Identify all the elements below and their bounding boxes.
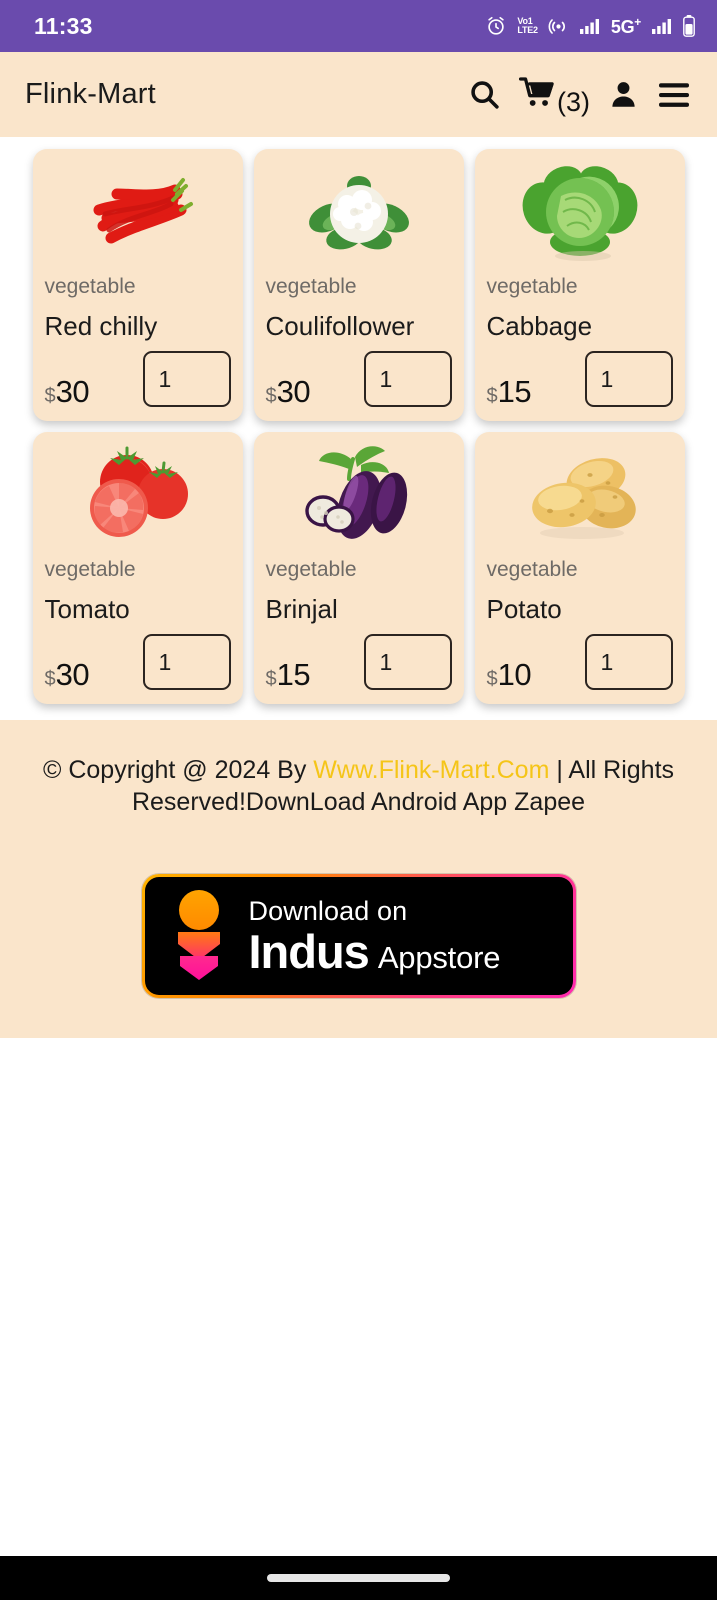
- price-amount: 30: [55, 657, 90, 692]
- indus-badge-text: Download on Indus Appstore: [248, 895, 501, 975]
- cart-button[interactable]: (3): [518, 76, 590, 117]
- copyright-prefix: © Copyright @ 2024 By: [42, 756, 314, 784]
- indus-appstore-badge[interactable]: Download on Indus Appstore: [141, 874, 576, 998]
- empty-area: [0, 1038, 717, 1556]
- search-icon[interactable]: [468, 78, 501, 111]
- product-category: vegetable: [486, 558, 578, 581]
- cauliflower-image: [266, 149, 452, 267]
- app-badge-area: Download on Indus Appstore: [22, 874, 695, 998]
- product-footer: $15 1: [266, 634, 452, 690]
- currency-symbol: $: [44, 385, 56, 407]
- product-card[interactable]: vegetable Brinjal $15 1: [253, 432, 464, 704]
- phone-screen: 11:33 Vo1 LTE2 5G+ Flink-Mart (3) vegeta…: [0, 0, 717, 1600]
- header-actions: (3): [468, 76, 691, 117]
- cart-icon: [518, 76, 559, 114]
- volte-icon: Vo1 LTE2: [517, 16, 538, 35]
- price-amount: 15: [276, 657, 311, 692]
- product-name: Potato: [486, 594, 562, 624]
- product-card[interactable]: vegetable Tomato $30 1: [32, 432, 243, 704]
- badge-store-name: Indus: [248, 924, 370, 978]
- page-title: Flink-Mart: [25, 78, 156, 110]
- app-header: Flink-Mart (3): [0, 52, 717, 137]
- home-indicator[interactable]: [267, 1574, 450, 1582]
- product-footer: $10 1: [487, 634, 673, 690]
- indus-badge-inner: Download on Indus Appstore: [144, 877, 573, 995]
- price-amount: 15: [497, 374, 532, 409]
- quantity-input[interactable]: 1: [363, 634, 452, 690]
- signal-icon: [579, 17, 601, 35]
- page-footer: © Copyright @ 2024 By Www.Flink-Mart.Com…: [0, 720, 717, 1038]
- product-price: $15: [266, 659, 311, 690]
- product-footer: $15 1: [487, 351, 673, 407]
- indus-logo-icon: [171, 886, 227, 987]
- product-grid: vegetable Red chilly $30 1 vegetable Cou…: [0, 149, 717, 720]
- alarm-icon: [485, 15, 507, 37]
- battery-icon: [683, 15, 695, 37]
- product-list-section: vegetable Red chilly $30 1 vegetable Cou…: [0, 137, 717, 720]
- cabbage-image: [487, 149, 673, 267]
- status-bar: 11:33 Vo1 LTE2 5G+: [0, 0, 717, 52]
- product-name: Tomato: [44, 594, 130, 624]
- price-amount: 30: [276, 374, 311, 409]
- product-name: Brinjal: [265, 594, 338, 624]
- product-category: vegetable: [265, 275, 357, 298]
- copyright-separator: |: [549, 756, 569, 784]
- product-card[interactable]: vegetable Coulifollower $30 1: [253, 149, 464, 421]
- quantity-input[interactable]: 1: [142, 351, 231, 407]
- account-icon[interactable]: [608, 79, 639, 110]
- product-footer: $30 1: [45, 351, 231, 407]
- hotspot-icon: [548, 16, 569, 37]
- product-price: $15: [487, 376, 532, 407]
- product-price: $30: [266, 376, 311, 407]
- product-card[interactable]: vegetable Potato $10 1: [474, 432, 685, 704]
- product-name: Red chilly: [44, 311, 158, 341]
- currency-symbol: $: [486, 668, 498, 690]
- product-name: Cabbage: [486, 311, 593, 341]
- copyright-text: © Copyright @ 2024 By Www.Flink-Mart.Com…: [22, 754, 695, 818]
- currency-symbol: $: [44, 668, 56, 690]
- site-link[interactable]: Www.Flink-Mart.Com: [313, 756, 549, 784]
- quantity-input[interactable]: 1: [142, 634, 231, 690]
- product-price: $10: [487, 659, 532, 690]
- badge-store-line: Indus Appstore: [249, 928, 501, 975]
- product-name: Coulifollower: [265, 311, 415, 341]
- brinjal-image: [266, 432, 452, 550]
- product-category: vegetable: [486, 275, 578, 298]
- product-footer: $30 1: [266, 351, 452, 407]
- price-amount: 10: [497, 657, 532, 692]
- product-footer: $30 1: [45, 634, 231, 690]
- badge-download-label: Download on: [248, 895, 408, 926]
- system-nav-bar: [0, 1556, 717, 1600]
- product-category: vegetable: [44, 275, 136, 298]
- product-category: vegetable: [265, 558, 357, 581]
- network-5g-label: 5G+: [610, 14, 641, 37]
- price-amount: 30: [55, 374, 90, 409]
- quantity-input[interactable]: 1: [584, 351, 673, 407]
- red-chilly-image: [45, 149, 231, 267]
- product-price: $30: [45, 659, 90, 690]
- quantity-input[interactable]: 1: [584, 634, 673, 690]
- currency-symbol: $: [265, 668, 277, 690]
- tomato-image: [45, 432, 231, 550]
- quantity-input[interactable]: 1: [363, 351, 452, 407]
- potato-image: [487, 432, 673, 550]
- currency-symbol: $: [486, 385, 498, 407]
- product-price: $30: [45, 376, 90, 407]
- product-category: vegetable: [44, 558, 136, 581]
- status-time: 11:33: [34, 12, 93, 39]
- currency-symbol: $: [265, 385, 277, 407]
- product-card[interactable]: vegetable Cabbage $15 1: [474, 149, 685, 421]
- status-icon-group: Vo1 LTE2 5G+: [485, 15, 695, 38]
- cart-count-badge: (3): [557, 86, 590, 117]
- product-card[interactable]: vegetable Red chilly $30 1: [32, 149, 243, 421]
- badge-store-suffix: Appstore: [377, 939, 501, 975]
- menu-icon[interactable]: [657, 80, 691, 110]
- signal-icon-2: [651, 17, 673, 35]
